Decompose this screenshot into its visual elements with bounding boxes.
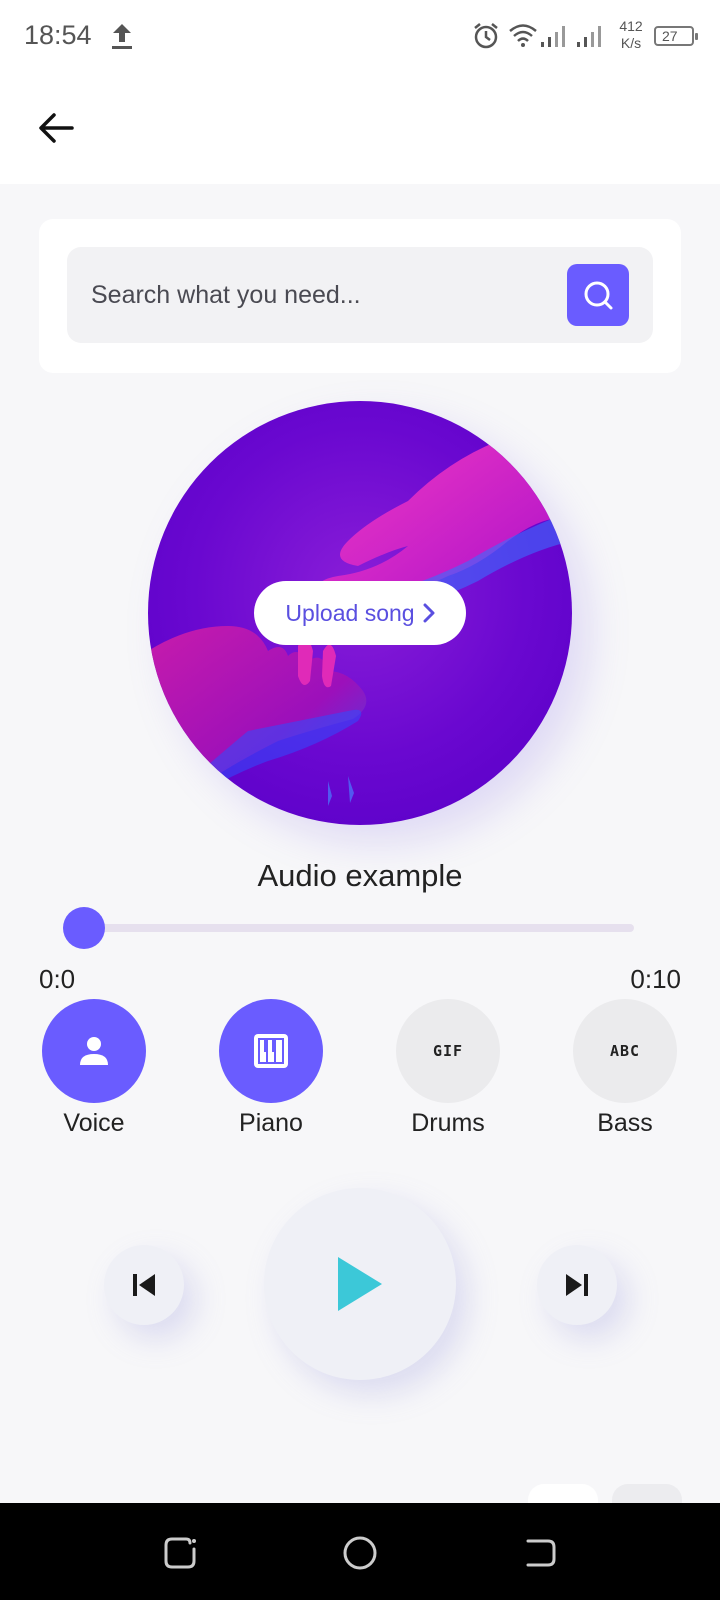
system-nav-bar — [0, 1503, 720, 1600]
instrument-piano[interactable]: Piano — [219, 999, 323, 1138]
track-title: Audio example — [257, 858, 463, 893]
wifi-icon — [508, 22, 538, 53]
status-time: 18:54 — [24, 20, 92, 50]
person-icon — [80, 1037, 108, 1065]
alarm-icon — [472, 22, 500, 55]
instrument-bass[interactable]: ABC Bass — [573, 999, 677, 1138]
recents-button[interactable] — [160, 1533, 200, 1573]
search-box — [67, 247, 653, 343]
back-nav-button[interactable] — [520, 1533, 560, 1573]
progress-slider[interactable] — [63, 907, 634, 949]
home-button[interactable] — [340, 1533, 380, 1573]
signal-icon — [540, 24, 568, 53]
status-bar: 18:54 412 K/s 27 — [0, 0, 720, 76]
back-button[interactable] — [34, 106, 78, 150]
upload-icon — [110, 22, 134, 55]
home-icon — [343, 1536, 377, 1570]
net-speed-value: 412 — [619, 18, 643, 34]
instrument-piano-circle — [219, 999, 323, 1103]
instrument-label: Voice — [63, 1109, 125, 1137]
play-icon — [338, 1257, 382, 1311]
instrument-drums[interactable]: GIF Drums — [396, 999, 500, 1138]
gif-icon: GIF — [432, 1042, 464, 1060]
signal-icon — [576, 24, 604, 53]
next-button[interactable] — [537, 1245, 617, 1325]
recents-icon — [164, 1537, 196, 1569]
chevron-right-icon — [423, 603, 435, 623]
search-input[interactable] — [67, 247, 547, 343]
instrument-voice-circle — [42, 999, 146, 1103]
skip-previous-icon — [133, 1274, 155, 1296]
abc-icon: ABC — [609, 1042, 641, 1060]
instrument-voice[interactable]: Voice — [42, 999, 146, 1138]
instrument-label: Piano — [239, 1109, 303, 1137]
upload-song-label: Upload song — [285, 599, 415, 626]
previous-button[interactable] — [104, 1245, 184, 1325]
play-button[interactable] — [264, 1188, 456, 1380]
progress-thumb[interactable] — [63, 907, 105, 949]
time-duration: 0:10 — [630, 964, 681, 994]
net-speed-unit: K/s — [620, 35, 642, 51]
arrow-left-icon — [39, 113, 74, 143]
net-speed: 412 K/s — [616, 18, 646, 52]
app-bar — [0, 76, 720, 184]
search-card — [39, 219, 681, 373]
search-button[interactable] — [567, 264, 629, 326]
search-icon — [584, 281, 613, 310]
instrument-label: Bass — [597, 1109, 653, 1137]
upload-song-button[interactable]: Upload song — [254, 581, 466, 645]
skip-next-icon — [566, 1274, 588, 1296]
instrument-bass-circle: ABC — [573, 999, 677, 1103]
piano-icon — [254, 1034, 288, 1068]
battery-icon: 27 — [654, 26, 698, 46]
time-position: 0:0 — [39, 964, 76, 994]
instrument-drums-circle: GIF — [396, 999, 500, 1103]
instrument-label: Drums — [411, 1109, 485, 1137]
back-icon — [526, 1539, 556, 1567]
battery-level: 27 — [662, 28, 678, 44]
